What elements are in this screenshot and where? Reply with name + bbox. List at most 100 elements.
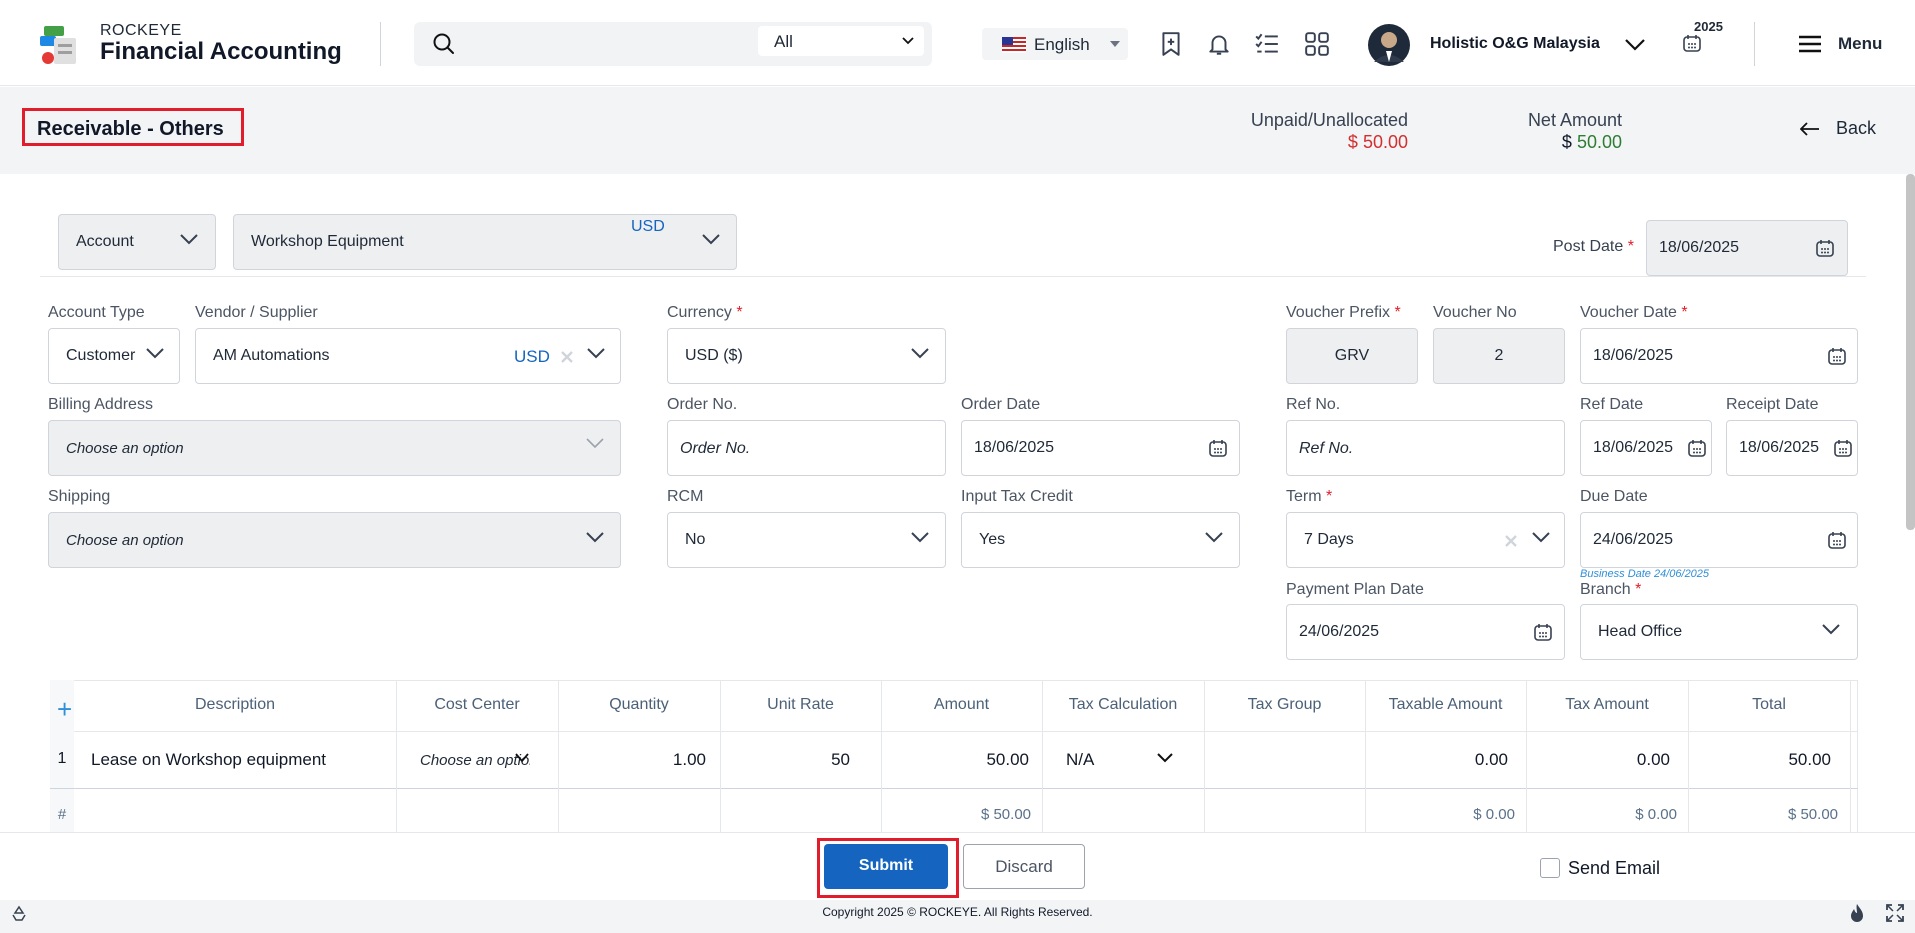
totals-hash: #: [57, 806, 67, 823]
chevron-down-icon: [587, 348, 605, 359]
voucher-date-input[interactable]: 18/06/2025: [1580, 328, 1858, 384]
input-tax-credit-value: Yes: [979, 531, 1006, 548]
chevron-down-icon: [702, 234, 720, 245]
currency-value: USD ($): [685, 347, 743, 364]
top-header: ROCKEYE Financial Accounting All English: [0, 0, 1915, 86]
voucher-prefix-label: Voucher Prefix *: [1286, 304, 1401, 322]
language-select[interactable]: English: [982, 28, 1128, 60]
row-tax-calculation[interactable]: N/A: [1066, 750, 1094, 770]
send-email-checkbox[interactable]: [1540, 858, 1560, 878]
account-type-select[interactable]: Account: [58, 214, 216, 270]
account-select[interactable]: Workshop Equipment USD: [233, 214, 737, 270]
required-mark: *: [1681, 304, 1688, 321]
ref-date-input[interactable]: 18/06/2025: [1580, 420, 1712, 476]
rcm-label: RCM: [667, 488, 704, 505]
billing-address-select[interactable]: Choose an option: [48, 420, 621, 476]
row-description[interactable]: Lease on Workshop equipment: [91, 750, 326, 770]
order-date-input[interactable]: 18/06/2025: [961, 420, 1240, 476]
receipt-date-input[interactable]: 18/06/2025: [1726, 420, 1858, 476]
language-value: English: [1034, 35, 1090, 54]
unpaid-value: 50.00: [1362, 132, 1408, 152]
post-date-label: Post Date *: [1553, 238, 1634, 256]
chevron-down-icon: [911, 348, 929, 359]
post-date-input[interactable]: 18/06/2025: [1646, 220, 1848, 276]
row-unit-rate[interactable]: 50: [720, 750, 850, 770]
submit-button[interactable]: Submit: [824, 844, 948, 889]
term-value: 7 Days: [1304, 531, 1354, 548]
col-header-total: Total: [1752, 696, 1786, 713]
flame-icon[interactable]: [1848, 903, 1866, 923]
shipping-label: Shipping: [48, 488, 111, 505]
voucher-no-field: 2: [1433, 328, 1565, 384]
col-header-unit-rate: Unit Rate: [767, 696, 834, 713]
rcm-select[interactable]: No: [667, 512, 946, 568]
page-scrollbar[interactable]: [1906, 174, 1915, 530]
clear-icon[interactable]: [561, 351, 573, 363]
calendar-icon: [1534, 624, 1552, 641]
hamburger-menu-icon[interactable]: [1798, 34, 1822, 54]
total-amount: $ 50.00: [980, 806, 1031, 823]
ref-no-placeholder: Ref No.: [1299, 440, 1354, 457]
calendar-icon: [1209, 440, 1227, 457]
fullscreen-icon[interactable]: [1886, 904, 1904, 922]
row-tax-amount: 0.00: [1636, 750, 1670, 769]
chevron-down-icon: [1205, 532, 1223, 543]
payment-plan-date-input[interactable]: 24/06/2025: [1286, 604, 1565, 660]
unpaid-amount: $ 50.00: [1180, 132, 1408, 153]
term-label: Term *: [1286, 488, 1332, 506]
shipping-select[interactable]: Choose an option: [48, 512, 621, 568]
row-taxable-amount: 0.00: [1474, 750, 1508, 769]
chevron-down-icon[interactable]: [514, 752, 530, 764]
add-row-button[interactable]: +: [57, 694, 72, 725]
clear-icon[interactable]: [1505, 535, 1517, 547]
required-mark: *: [1627, 238, 1634, 255]
notification-bell-icon[interactable]: [1206, 31, 1232, 57]
net-amount-label: Net Amount: [1527, 110, 1622, 130]
currency-select[interactable]: USD ($): [667, 328, 946, 384]
section-divider: [40, 276, 1866, 277]
term-select[interactable]: 7 Days: [1286, 512, 1565, 568]
account-type-dropdown[interactable]: Customer: [48, 328, 180, 384]
account-currency-tag: USD: [631, 218, 665, 235]
branch-label: Branch *: [1580, 581, 1641, 599]
row-quantity[interactable]: 1.00: [558, 750, 706, 770]
page-summary-bar: [0, 87, 1915, 174]
branch-value: Head Office: [1598, 623, 1683, 640]
task-list-icon[interactable]: [1254, 31, 1280, 57]
order-no-input[interactable]: Order No.: [667, 420, 946, 476]
receipt-date-label: Receipt Date: [1726, 396, 1819, 413]
back-button[interactable]: Back: [1799, 118, 1876, 139]
shipping-placeholder: Choose an option: [66, 532, 184, 549]
ref-date-value: 18/06/2025: [1593, 439, 1674, 456]
arrow-left-icon: [1799, 122, 1819, 136]
search-scope-select[interactable]: All: [758, 26, 924, 56]
bookmark-add-icon[interactable]: [1158, 31, 1184, 57]
chevron-down-icon[interactable]: [1624, 38, 1646, 52]
col-header-description: Description: [194, 696, 276, 713]
unpaid-label: Unpaid/Unallocated: [1250, 110, 1408, 130]
chevron-down-icon: [911, 532, 929, 543]
due-date-input[interactable]: 24/06/2025: [1580, 512, 1858, 568]
apps-grid-icon[interactable]: [1304, 31, 1330, 57]
post-date-value: 18/06/2025: [1659, 239, 1740, 256]
input-tax-credit-select[interactable]: Yes: [961, 512, 1240, 568]
col-header-taxable-amount: Taxable Amount: [1388, 696, 1503, 713]
voucher-date-label: Voucher Date *: [1580, 304, 1688, 322]
avatar[interactable]: [1368, 24, 1410, 66]
copyright-text: Copyright 2025 © ROCKEYE. All Rights Res…: [822, 905, 1093, 919]
ref-no-input[interactable]: Ref No.: [1286, 420, 1565, 476]
menu-button[interactable]: Menu: [1838, 34, 1882, 54]
calendar-year-icon[interactable]: [1682, 33, 1702, 53]
rockeye-logo-icon: [40, 26, 76, 64]
chevron-down-icon: [146, 348, 164, 359]
term-label-text: Term: [1286, 488, 1322, 505]
vendor-select[interactable]: AM Automations USD: [195, 328, 621, 384]
order-date-value: 18/06/2025: [974, 439, 1055, 456]
chevron-down-icon[interactable]: [1156, 752, 1174, 764]
fiscal-year: 2025: [1694, 19, 1723, 34]
vendor-label: Vendor / Supplier: [195, 304, 318, 321]
branch-select[interactable]: Head Office: [1580, 604, 1858, 660]
account-select-value: Account: [76, 233, 134, 250]
recycle-icon[interactable]: [10, 905, 28, 923]
discard-button[interactable]: Discard: [963, 844, 1085, 889]
